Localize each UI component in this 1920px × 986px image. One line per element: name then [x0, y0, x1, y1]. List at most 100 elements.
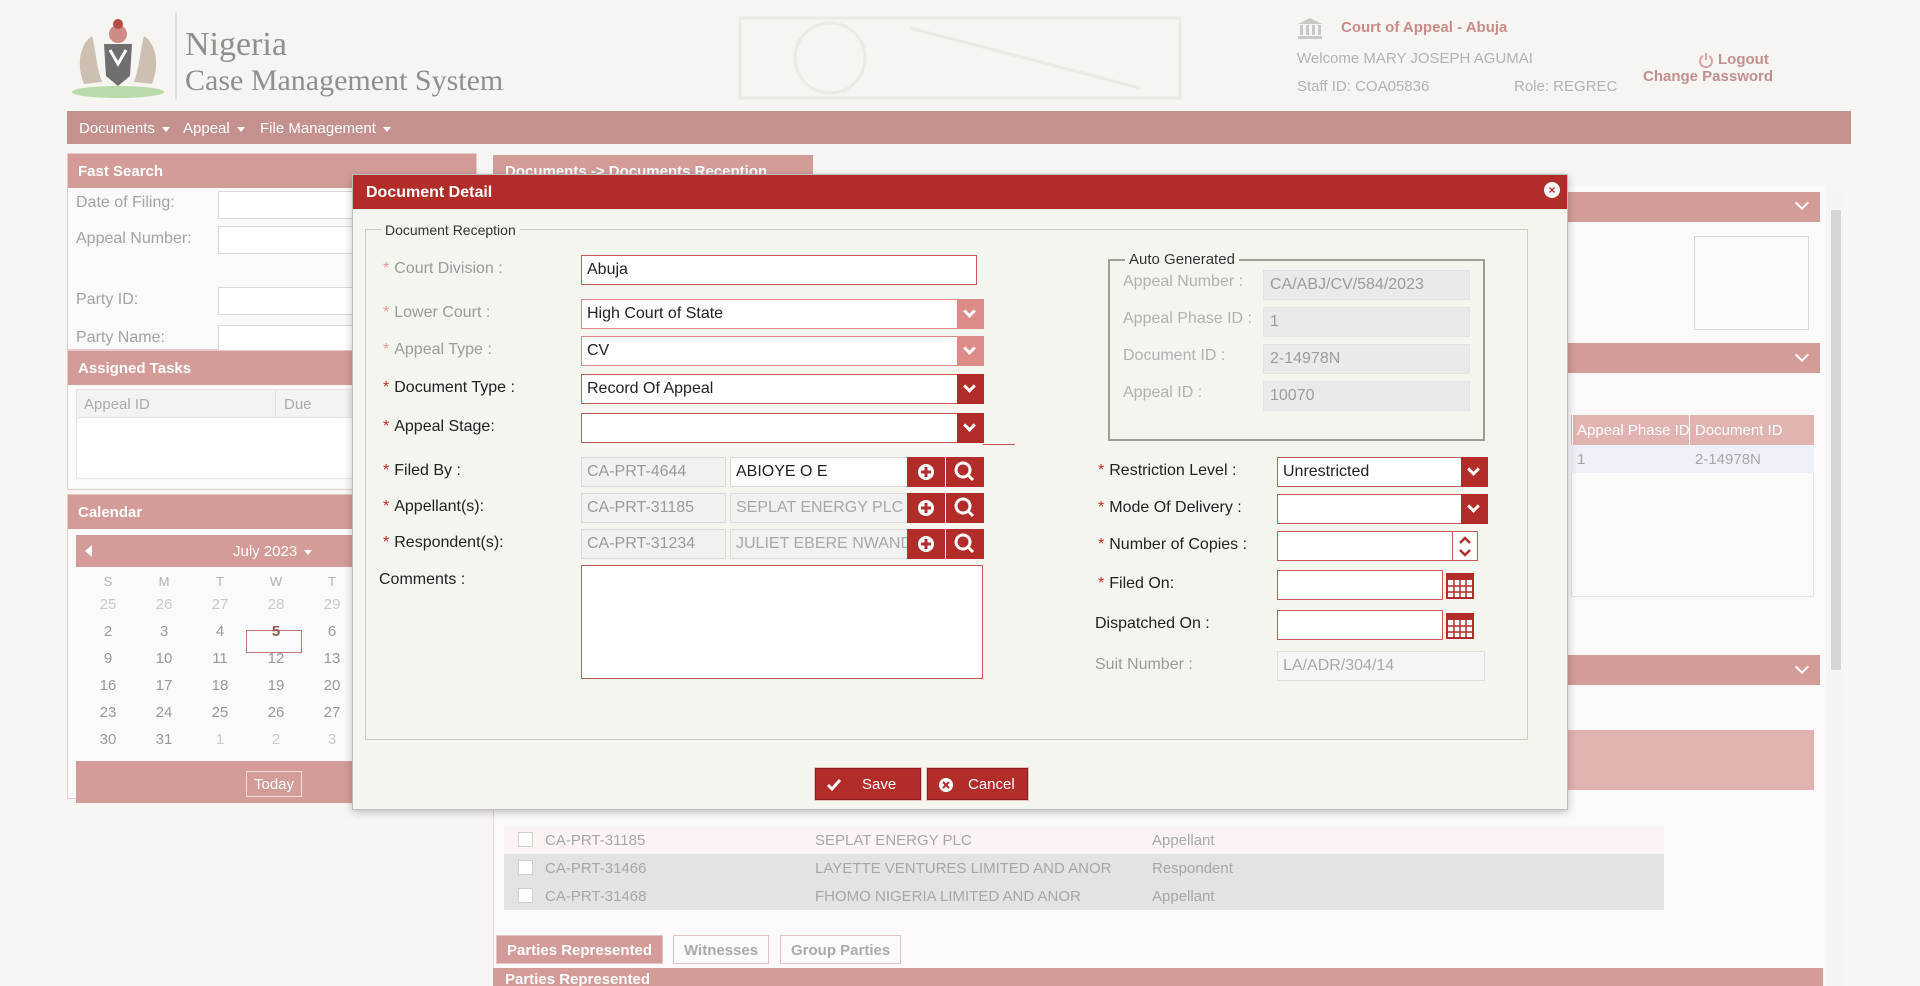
calendar-day[interactable]: 3 — [136, 623, 192, 640]
auto-generated-legend: Auto Generated — [1125, 251, 1239, 268]
calendar-day[interactable]: 27 — [192, 596, 248, 613]
court-name: Court of Appeal - Abuja — [1341, 19, 1508, 36]
column-appeal-id[interactable]: Appeal ID — [84, 396, 150, 413]
document-type-dropdown-button[interactable] — [957, 374, 984, 404]
appeal-type-dropdown-button[interactable] — [957, 336, 984, 366]
calendar-day[interactable]: 23 — [80, 704, 136, 721]
calendar-day[interactable]: 28 — [248, 596, 304, 613]
today-button[interactable]: Today — [246, 771, 302, 797]
copies-stepper[interactable] — [1452, 531, 1478, 561]
calendar-day[interactable]: 2 — [80, 623, 136, 640]
number-of-copies-label: * Number of Copies : — [1098, 536, 1248, 553]
lower-court-label: * Lower Court : — [383, 304, 491, 321]
power-icon[interactable] — [1698, 52, 1714, 68]
calendar-day[interactable]: 18 — [192, 677, 248, 694]
appeal-stage-select[interactable] — [581, 413, 959, 443]
calendar-day[interactable]: 26 — [136, 596, 192, 613]
dispatched-on-input[interactable] — [1277, 610, 1443, 640]
lower-court-select[interactable]: High Court of State — [581, 299, 959, 329]
calendar-day[interactable]: 5 — [248, 623, 304, 640]
tab-group-parties[interactable]: Group Parties — [780, 935, 902, 964]
calendar-day[interactable]: 30 — [80, 731, 136, 748]
appellants-label: * Appellant(s): — [383, 498, 485, 515]
add-filed-by-button[interactable] — [907, 457, 945, 487]
filed-on-input[interactable] — [1277, 570, 1443, 600]
search-filed-by-button[interactable] — [946, 457, 984, 487]
row-checkbox[interactable] — [518, 888, 533, 903]
table-row[interactable]: 1 2-14978N — [1571, 445, 1814, 473]
appeal-type-select[interactable]: CV — [581, 336, 959, 366]
row-checkbox[interactable] — [518, 832, 533, 847]
calendar-day[interactable]: 9 — [80, 650, 136, 667]
calendar-day[interactable]: 4 — [192, 623, 248, 640]
calendar-month[interactable]: July 2023 — [233, 543, 313, 560]
mode-of-delivery-dropdown-button[interactable] — [1461, 494, 1488, 524]
close-icon[interactable]: × — [1544, 182, 1560, 198]
table-row[interactable]: CA-PRT-31466 LAYETTE VENTURES LIMITED AND… — [504, 854, 1664, 882]
lower-court-dropdown-button[interactable] — [957, 299, 984, 329]
appeal-stage-dropdown-button[interactable] — [957, 413, 984, 443]
stepper-arrows-icon — [1459, 536, 1471, 557]
dow-label: S — [103, 574, 113, 589]
column-document-id[interactable]: Document ID — [1695, 422, 1783, 439]
filed-by-name-input[interactable]: ABIOYE O E — [730, 457, 908, 487]
column-appeal-phase-id[interactable]: Appeal Phase ID — [1577, 422, 1690, 439]
calendar-day[interactable]: 25 — [80, 596, 136, 613]
checkmark-icon — [826, 779, 842, 792]
filed-by-id-input[interactable]: CA-PRT-4644 — [581, 457, 726, 487]
court-division-input[interactable]: Abuja — [581, 255, 977, 285]
dialog-title: Document Detail — [353, 175, 1567, 209]
row-checkbox[interactable] — [518, 860, 533, 875]
calendar-day[interactable]: 1 — [192, 731, 248, 748]
column-due[interactable]: Due — [284, 396, 312, 413]
change-password-link[interactable]: Change Password — [1643, 68, 1773, 85]
tab-witnesses[interactable]: Witnesses — [673, 935, 770, 964]
suit-number-label: Suit Number : — [1095, 656, 1193, 673]
restriction-level-select[interactable]: Unrestricted — [1277, 457, 1463, 487]
respondent-id-input[interactable]: CA-PRT-31234 — [581, 529, 726, 559]
add-respondent-button[interactable] — [907, 529, 945, 559]
calendar-day[interactable]: 12 — [248, 650, 304, 667]
cancel-button[interactable]: Cancel — [927, 768, 1028, 800]
calendar-day[interactable]: 11 — [192, 650, 248, 667]
add-appellant-button[interactable] — [907, 493, 945, 523]
calendar-day[interactable]: 2 — [248, 731, 304, 748]
menu-appeal[interactable]: Appeal — [183, 120, 245, 137]
calendar-day[interactable]: 31 — [136, 731, 192, 748]
calendar-day[interactable]: 19 — [248, 677, 304, 694]
table-row[interactable]: CA-PRT-31468 FHOMO NIGERIA LIMITED AND AN… — [504, 882, 1664, 910]
party-id-cell: CA-PRT-31185 — [545, 832, 646, 849]
party-name-cell: SEPLAT ENERGY PLC — [815, 832, 972, 849]
tab-parties-represented[interactable]: Parties Represented — [496, 935, 664, 964]
calendar-day[interactable]: 17 — [136, 677, 192, 694]
mode-of-delivery-select[interactable] — [1277, 494, 1463, 524]
scrollbar-thumb[interactable] — [1831, 210, 1841, 670]
calendar-icon[interactable] — [1446, 571, 1474, 599]
section-box — [1694, 236, 1809, 330]
document-type-select[interactable]: Record Of Appeal — [581, 374, 959, 404]
calendar-day[interactable]: 25 — [192, 704, 248, 721]
restriction-level-dropdown-button[interactable] — [1461, 457, 1488, 487]
logout-link[interactable]: Logout — [1718, 51, 1769, 68]
prev-month-icon[interactable] — [85, 545, 92, 557]
calendar-icon[interactable] — [1446, 611, 1474, 639]
calendar-day[interactable]: 26 — [248, 704, 304, 721]
party-role-cell: Appellant — [1152, 832, 1215, 849]
respondent-name-input[interactable]: JULIET EBERE NWANDU — [730, 529, 908, 559]
table-row[interactable]: CA-PRT-31185 SEPLAT ENERGY PLC Appellant — [504, 826, 1664, 854]
number-of-copies-input[interactable] — [1277, 531, 1453, 561]
comments-textarea[interactable] — [581, 565, 983, 679]
save-button[interactable]: Save — [815, 768, 921, 800]
document-id-label: Document ID : — [1123, 347, 1226, 364]
chevron-down-icon — [1467, 463, 1480, 476]
menu-file-management[interactable]: File Management — [260, 120, 391, 137]
grid-header-fragment — [1664, 730, 1814, 790]
calendar-day[interactable]: 10 — [136, 650, 192, 667]
calendar-day[interactable]: 16 — [80, 677, 136, 694]
calendar-day[interactable]: 24 — [136, 704, 192, 721]
menu-documents[interactable]: Documents — [79, 120, 170, 137]
search-respondent-button[interactable] — [946, 529, 984, 559]
search-appellant-button[interactable] — [946, 493, 984, 523]
appellant-name-input[interactable]: SEPLAT ENERGY PLC — [730, 493, 908, 523]
appellant-id-input[interactable]: CA-PRT-31185 — [581, 493, 726, 523]
